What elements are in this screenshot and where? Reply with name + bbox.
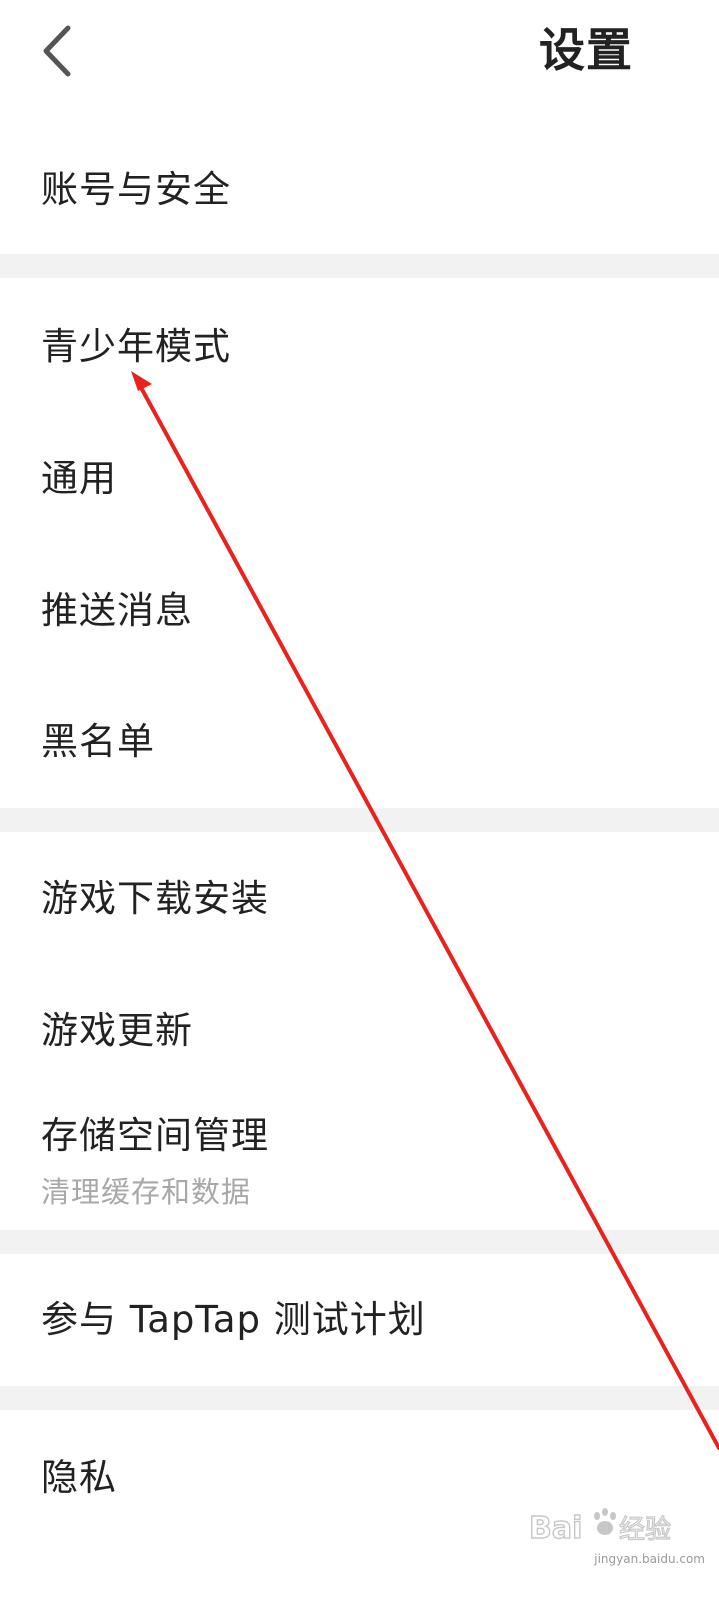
- settings-item-label: 推送消息: [41, 589, 193, 632]
- settings-item-label: 隐私: [41, 1456, 117, 1499]
- settings-item-push-messages[interactable]: 推送消息: [0, 542, 719, 674]
- section-divider: [0, 808, 719, 832]
- svg-text:经验: 经验: [619, 1515, 671, 1545]
- settings-item-label: 存储空间管理: [41, 1114, 269, 1157]
- settings-item-game-update[interactable]: 游戏更新: [0, 966, 719, 1098]
- section-divider: [0, 254, 719, 278]
- settings-item-label: 青少年模式: [41, 325, 231, 368]
- back-button[interactable]: [30, 22, 86, 80]
- settings-item-label: 账号与安全: [41, 168, 231, 211]
- settings-item-label: 通用: [41, 457, 117, 500]
- settings-item-storage-management[interactable]: 存储空间管理 清理缓存和数据: [0, 1098, 719, 1230]
- settings-item-label: 游戏下载安装: [41, 877, 269, 920]
- page-title: 设置: [539, 23, 633, 77]
- settings-item-label: 参与 TapTap 测试计划: [41, 1298, 426, 1341]
- settings-item-youth-mode[interactable]: 青少年模式: [0, 278, 719, 410]
- baidu-jingyan-watermark-logo: Bai 经验: [529, 1508, 672, 1547]
- settings-item-account-security[interactable]: 账号与安全: [0, 110, 719, 254]
- settings-item-game-download-install[interactable]: 游戏下载安装: [0, 832, 719, 966]
- settings-item-sublabel: 清理缓存和数据: [41, 1175, 252, 1209]
- section-divider: [0, 1230, 719, 1254]
- chevron-left-icon: [43, 25, 71, 77]
- watermark-url: jingyan.baidu.com: [594, 1552, 705, 1566]
- settings-item-label: 游戏更新: [41, 1009, 193, 1052]
- settings-item-general[interactable]: 通用: [0, 410, 719, 542]
- settings-item-blacklist[interactable]: 黑名单: [0, 674, 719, 808]
- section-divider: [0, 1386, 719, 1410]
- settings-item-taptap-test-program[interactable]: 参与 TapTap 测试计划: [0, 1254, 719, 1386]
- settings-item-label: 黑名单: [41, 720, 155, 763]
- svg-text:Bai: Bai: [529, 1511, 582, 1546]
- header: 设置: [0, 0, 719, 110]
